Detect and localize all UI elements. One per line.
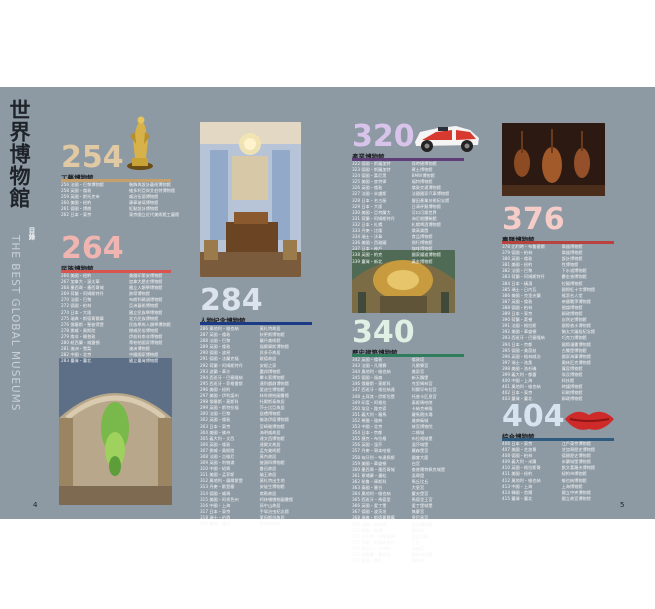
toc-entry: 360 墨西哥・墨西哥城 查普爾特佩克城堡 <box>352 466 446 472</box>
toc-entry: 347 西班牙・格拉納達 阿爾罕布拉宮 <box>352 387 437 393</box>
salon-interior-photo <box>200 122 301 277</box>
toc-entry: 327 法國・米盧斯 法國國家汽車博物館 <box>352 191 450 197</box>
toc-entry: 276 俄羅斯・聖彼得堡 民族學與人類學博物館 <box>61 321 171 327</box>
subtitle-en: THE BEST GLOBAL MUSEUMS <box>9 235 21 412</box>
section-number-320: 320 <box>352 119 415 154</box>
section-number-404: 404 <box>502 399 565 434</box>
section-entries-vehicle: 322 德國・斯圖加特 保時捷博物館 323 德國・斯圖加特 賓士博物館 324 德… <box>352 161 449 265</box>
section-number-254: 254 <box>61 140 124 175</box>
toc-entry: 411 美國・紐約 紐約市博物館 <box>502 471 587 477</box>
toc-entry: 414 韓國・首爾 國立中央博物館 <box>502 489 591 495</box>
toc-entry: 275 瑞典・斯德哥爾摩 北方民族博物館 <box>61 315 159 321</box>
section-number-340: 340 <box>352 315 415 350</box>
toc-entry: 394 日本・京都 國際漫畫博物館 <box>502 341 591 347</box>
section-entries-general: 406 日本・東京 江戶東京博物館 407 美國・芝加哥 芝加哥歷史博物館 408 … <box>502 441 595 502</box>
toc-entry: 330 美國・亞特蘭大 可口可樂世界 <box>352 209 437 215</box>
toc-entry: 319 臺灣・臺北 林語堂故居 <box>200 521 281 526</box>
toc-entry: 415 臺灣・臺北 國立故宮博物院 <box>502 495 591 501</box>
toc-entry: 386 美國・克里夫蘭 搖滾名人堂 <box>502 292 583 298</box>
toc-entry: 396 英國・格林威治 國家海事博物館 <box>502 353 591 359</box>
instrument-museum-photo <box>502 123 605 196</box>
page-number-left: 4 <box>33 501 38 509</box>
toc-entry: 397 瑞士・洛桑 奧林匹克博物館 <box>502 359 591 365</box>
toc-label: 目錄 <box>27 227 35 240</box>
race-car-image <box>412 118 482 154</box>
section-entries-craft: 256 法國・巴黎博物館 裝飾與設計藝術博物館 258 英國・倫敦 維多利亞與艾伯… <box>61 182 179 219</box>
section-bar-person <box>200 322 312 325</box>
toc-entry: 283 臺灣・臺北 國立臺灣博物館 <box>61 358 159 364</box>
toc-entry: 303 日本・東京 宮崎駿博物館 <box>200 423 285 429</box>
glass-chandelier-photo <box>59 358 172 505</box>
section-number-284: 284 <box>200 283 263 318</box>
toc-entry: 274 日本・大阪 國立民族學博物館 <box>61 309 163 315</box>
section-entries-architecture: 342 英國・倫敦 倫敦塔 343 法國・凡爾賽 凡爾賽宮 344 奧地利・維也納 … <box>352 357 445 564</box>
page-number-right: 5 <box>620 501 625 509</box>
toc-entry: 316 中國・上海 孫中山故居 <box>200 502 281 508</box>
lips-sofa-image <box>562 405 617 435</box>
section-number-264: 264 <box>61 231 124 266</box>
book-spread: 世界博物館 目錄 THE BEST GLOBAL MUSEUMS 254 工藝博… <box>0 87 655 563</box>
toc-entry: 315 美國・阿肯色州 柯林頓總統圖書館 <box>200 496 294 502</box>
toc-entry: 338 英國・約克 國家鐵道博物館 <box>352 252 441 258</box>
toc-entry: 384 日本・橫濱 拉麵博物館 <box>502 280 583 286</box>
toc-entry: 305 義大利・文西 達文西博物館 <box>200 435 285 441</box>
toc-entry: 306 英國・倫敦 達爾文故居 <box>200 441 281 447</box>
section-number-376: 376 <box>502 202 565 237</box>
section-entries-person: 286 奧地利・維也納 莫札特故居 287 英國・倫敦 狄更斯博物館 288 法國・… <box>200 326 293 527</box>
toc-entry: 317 日本・東京 手塚治虫紀念館 <box>200 508 289 514</box>
toc-entry: 349 印度・阿格拉 泰姬瑪哈陵 <box>352 399 433 405</box>
toc-entry: 412 奧地利・維也納 維也納博物館 <box>502 477 587 483</box>
toc-entry: 262 日本・東京 東京國立近代美術館工藝館 <box>61 212 180 218</box>
toc-entry: 339 臺灣・新北 黃金博物館 <box>352 258 433 264</box>
toc-entry: 383 荷蘭・阿姆斯特丹 鬱金香博物館 <box>502 274 587 280</box>
toc-entry: 293 波蘭・華沙 蕭邦博物館 <box>200 368 281 374</box>
toc-entry: 328 日本・名古屋 豐田產業技術紀念館 <box>352 197 450 203</box>
toc-entry: 413 中國・上海 上海博物館 <box>502 483 583 489</box>
toc-entry: 393 西班牙・巴塞隆納 巧克力博物館 <box>502 335 587 341</box>
toc-entry: 294 西班牙・巴塞隆納 畢卡索博物館 <box>200 374 285 380</box>
trophy-figure-image <box>124 114 156 171</box>
book-title: 世界博物館 <box>7 99 31 209</box>
toc-entry: 395 德國・美茵茲 古騰堡博物館 <box>502 347 587 353</box>
toc-entry: 272 德國・柏林 亞洲藝術博物館 <box>61 303 159 309</box>
toc-entry: 375 臺灣・臺北 總統府 <box>352 558 425 564</box>
toc-entry: 348 土耳其・伊斯坦堡 托普卡匹皇宮 <box>352 393 437 399</box>
toc-entry: 369 法國・香波爾 香波爾城堡 <box>352 521 433 527</box>
section-entries-instrument: 378 比利時・布魯塞爾 樂器博物館 379 德國・柏林 樂器博物館 380 英國・… <box>502 244 595 402</box>
toc-entry: 329 日本・大阪 日清杯麵博物館 <box>352 203 441 209</box>
toc-entry: 304 美國・佛州 海明威故居 <box>200 429 281 435</box>
section-entries-ethnic: 266 美國・紐約 美國印第安博物館 267 加拿大・渥太華 加拿大歷史博物館 26… <box>61 273 171 364</box>
toc-entry: 302 英國・倫敦 佛洛伊德博物館 <box>200 417 289 423</box>
toc-entry: 385 瑞士・日內瓦 國際紅十字博物館 <box>502 286 596 292</box>
toc-entry: 350 埃及・路克索 卡納克神殿 <box>352 405 433 411</box>
toc-entry: 313 丹麥・歐登塞 安徒生博物館 <box>200 484 285 490</box>
